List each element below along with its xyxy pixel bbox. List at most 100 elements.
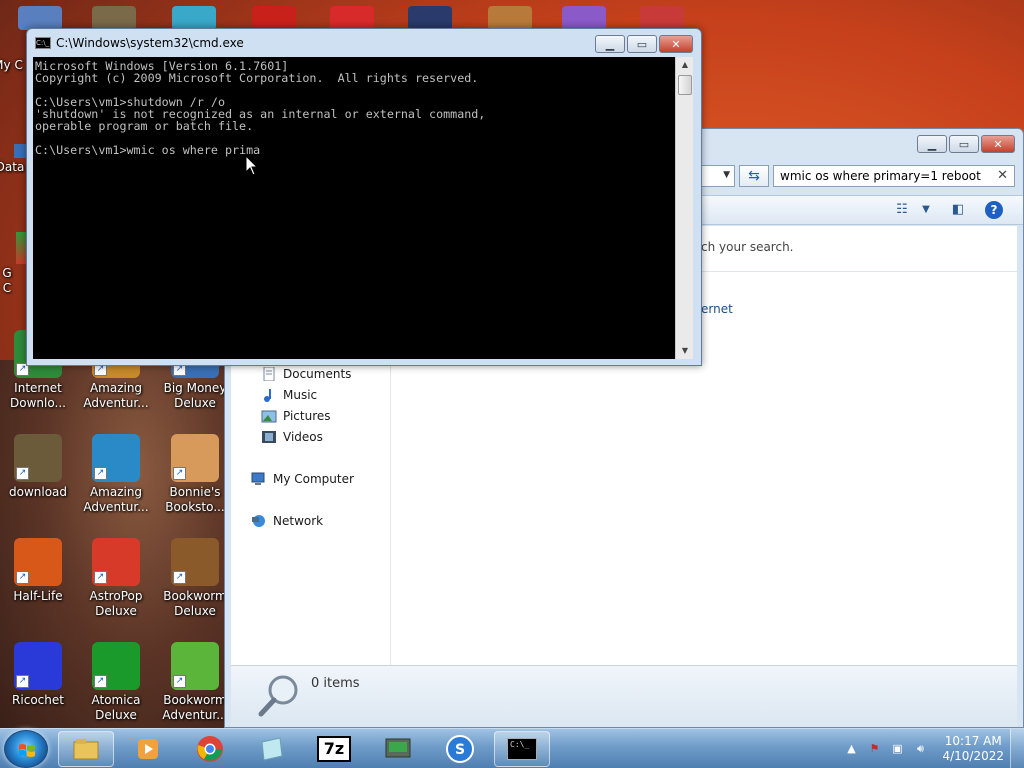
nav-item-my-computer[interactable]: My Computer xyxy=(251,472,354,486)
windows-logo-icon xyxy=(19,744,35,757)
taskbar-media-player-button[interactable] xyxy=(120,731,176,767)
nav-item-pictures[interactable]: Pictures xyxy=(261,409,331,423)
desktop-icon-top-3[interactable] xyxy=(172,6,216,30)
search-input-value: wmic os where primary=1 reboot xyxy=(780,169,981,183)
taskbar-notepad-button[interactable] xyxy=(244,731,300,767)
volume-icon[interactable]: 🔊︎ xyxy=(912,741,928,757)
chrome-icon xyxy=(197,736,223,762)
shortcut-arrow-icon: ↗ xyxy=(94,675,107,688)
desktop-icon-top-5[interactable] xyxy=(330,6,374,30)
cmd-console-output[interactable]: Microsoft Windows [Version 6.1.7601] Cop… xyxy=(33,57,677,359)
cmd-scrollbar[interactable]: ▲ ▼ xyxy=(675,57,693,359)
app-icon: ↗ xyxy=(171,538,219,586)
desktop-icon-top-8[interactable] xyxy=(562,6,606,30)
scroll-thumb[interactable] xyxy=(678,75,692,95)
explorer-status-bar: 0 items xyxy=(231,665,1017,727)
magnifier-icon xyxy=(258,675,298,717)
minimize-button[interactable]: ▁ xyxy=(917,135,947,153)
nav-label: Pictures xyxy=(283,409,331,423)
show-desktop-button[interactable] xyxy=(1010,729,1024,768)
close-icon: ✕ xyxy=(993,137,1003,151)
desktop-icon-label: Amazing xyxy=(89,485,143,499)
desktop-icon-top-6[interactable] xyxy=(408,6,452,30)
desktop-icon[interactable]: ↗ AstroPop Deluxe xyxy=(78,538,154,619)
cmd-title-text: C:\Windows\system32\cmd.exe xyxy=(56,36,244,50)
shortcut-arrow-icon: ↗ xyxy=(173,467,186,480)
shortcut-arrow-icon: ↗ xyxy=(173,571,186,584)
nav-item-documents[interactable]: Documents xyxy=(261,367,351,381)
taskbar-explorer-button[interactable] xyxy=(58,731,114,767)
desktop-icon-label: Bookworm xyxy=(163,589,227,603)
search-internet-link[interactable]: ernet xyxy=(701,302,733,316)
7zip-icon: 7z xyxy=(317,736,351,762)
nav-label: Documents xyxy=(283,367,352,381)
desktop-icon-top-9[interactable] xyxy=(640,6,684,30)
desktop-icon[interactable]: ↗ Bonnie's Booksto... xyxy=(157,434,233,515)
scroll-up-icon[interactable]: ▲ xyxy=(676,57,694,73)
taskbar-cmd-button[interactable]: C:\_ xyxy=(494,731,550,767)
app-icon: ↗ xyxy=(14,538,62,586)
cmd-minimize-button[interactable]: ▁ xyxy=(595,35,625,53)
desktop-icon-label: Internet xyxy=(14,381,62,395)
nav-item-music[interactable]: Music xyxy=(261,388,317,402)
taskbar-chrome-button[interactable] xyxy=(182,731,238,767)
close-icon: ✕ xyxy=(671,37,681,51)
nav-label: Music xyxy=(283,388,318,402)
maximize-button[interactable]: ▭ xyxy=(949,135,979,153)
shortcut-arrow-icon: ↗ xyxy=(94,571,107,584)
maximize-icon: ▭ xyxy=(958,137,970,151)
desktop-icon[interactable]: ↗ Amazing Adventur... xyxy=(78,434,154,515)
nav-item-network[interactable]: Network xyxy=(251,514,323,528)
cmd-close-button[interactable]: ✕ xyxy=(659,35,693,53)
desktop-icon-label: Deluxe xyxy=(174,604,216,618)
desktop-icon-label: download xyxy=(8,485,68,499)
clock[interactable]: 10:17 AM 4/10/2022 xyxy=(942,734,1004,764)
desktop-icon-top-7[interactable] xyxy=(488,6,532,30)
close-button[interactable]: ✕ xyxy=(981,135,1015,153)
desktop-icon[interactable]: ↗ Bookworm Adventur... xyxy=(157,642,233,723)
desktop-icon-label: Deluxe xyxy=(174,396,216,410)
desktop-icon-label: Deluxe xyxy=(95,708,137,722)
cmd-maximize-button[interactable]: ▭ xyxy=(627,35,657,53)
desktop-icon[interactable]: ↗ Half-Life xyxy=(0,538,76,604)
shortcut-arrow-icon: ↗ xyxy=(173,675,186,688)
clock-time: 10:17 AM xyxy=(944,734,1002,748)
search-input[interactable]: wmic os where primary=1 reboot ✕ xyxy=(773,165,1015,187)
shortcut-arrow-icon: ↗ xyxy=(94,467,107,480)
taskbar-7zip-button[interactable]: 7z xyxy=(306,731,362,767)
desktop-icon-top-2[interactable] xyxy=(92,6,136,30)
explorer-window-controls: ▁ ▭ ✕ xyxy=(915,135,1015,153)
clock-date: 4/10/2022 xyxy=(942,749,1004,763)
desktop-icon-top-1[interactable] xyxy=(18,6,62,30)
desktop-icon[interactable]: ↗ Ricochet xyxy=(0,642,76,708)
scroll-down-icon[interactable]: ▼ xyxy=(676,343,694,359)
nav-item-videos[interactable]: Videos xyxy=(261,430,323,444)
data-icon xyxy=(14,144,26,158)
desktop-icon[interactable]: ↗ download xyxy=(0,434,76,500)
search-info-text: ch your search. xyxy=(701,240,794,254)
preview-pane-icon[interactable]: ◧ xyxy=(947,201,969,219)
view-options-icon[interactable]: ☷ xyxy=(891,201,913,219)
refresh-button[interactable]: ⇆ xyxy=(739,165,769,187)
desktop-icon-label: Bonnie's xyxy=(169,485,221,499)
help-icon[interactable]: ? xyxy=(985,201,1003,219)
desktop-icon-label: Adventur... xyxy=(83,500,149,514)
mouse-cursor-icon xyxy=(245,155,259,176)
network-tray-icon[interactable]: ▣ xyxy=(889,741,905,757)
view-dropdown-icon[interactable]: ▼ xyxy=(915,201,937,219)
minimize-icon: ▁ xyxy=(605,37,615,51)
tray-expand-icon[interactable]: ▲ xyxy=(843,741,859,757)
desktop-icon-label: Big Money xyxy=(163,381,227,395)
desktop-icon-label: Downlo... xyxy=(10,396,66,410)
clear-search-icon[interactable]: ✕ xyxy=(997,168,1008,183)
taskbar-browser-button[interactable]: S xyxy=(432,731,488,767)
desktop-icon[interactable]: ↗ Bookworm Deluxe xyxy=(157,538,233,619)
nav-label: My Computer xyxy=(273,472,354,486)
start-button[interactable] xyxy=(4,730,48,768)
cmd-titlebar[interactable]: C:\_ C:\Windows\system32\cmd.exe xyxy=(35,36,244,50)
action-center-icon[interactable]: ⚑ xyxy=(866,741,882,757)
taskbar-device-manager-button[interactable] xyxy=(370,731,426,767)
desktop-icon[interactable]: ↗ Atomica Deluxe xyxy=(78,642,154,723)
media-player-icon xyxy=(138,739,158,759)
desktop-icon-top-4[interactable] xyxy=(252,6,296,30)
